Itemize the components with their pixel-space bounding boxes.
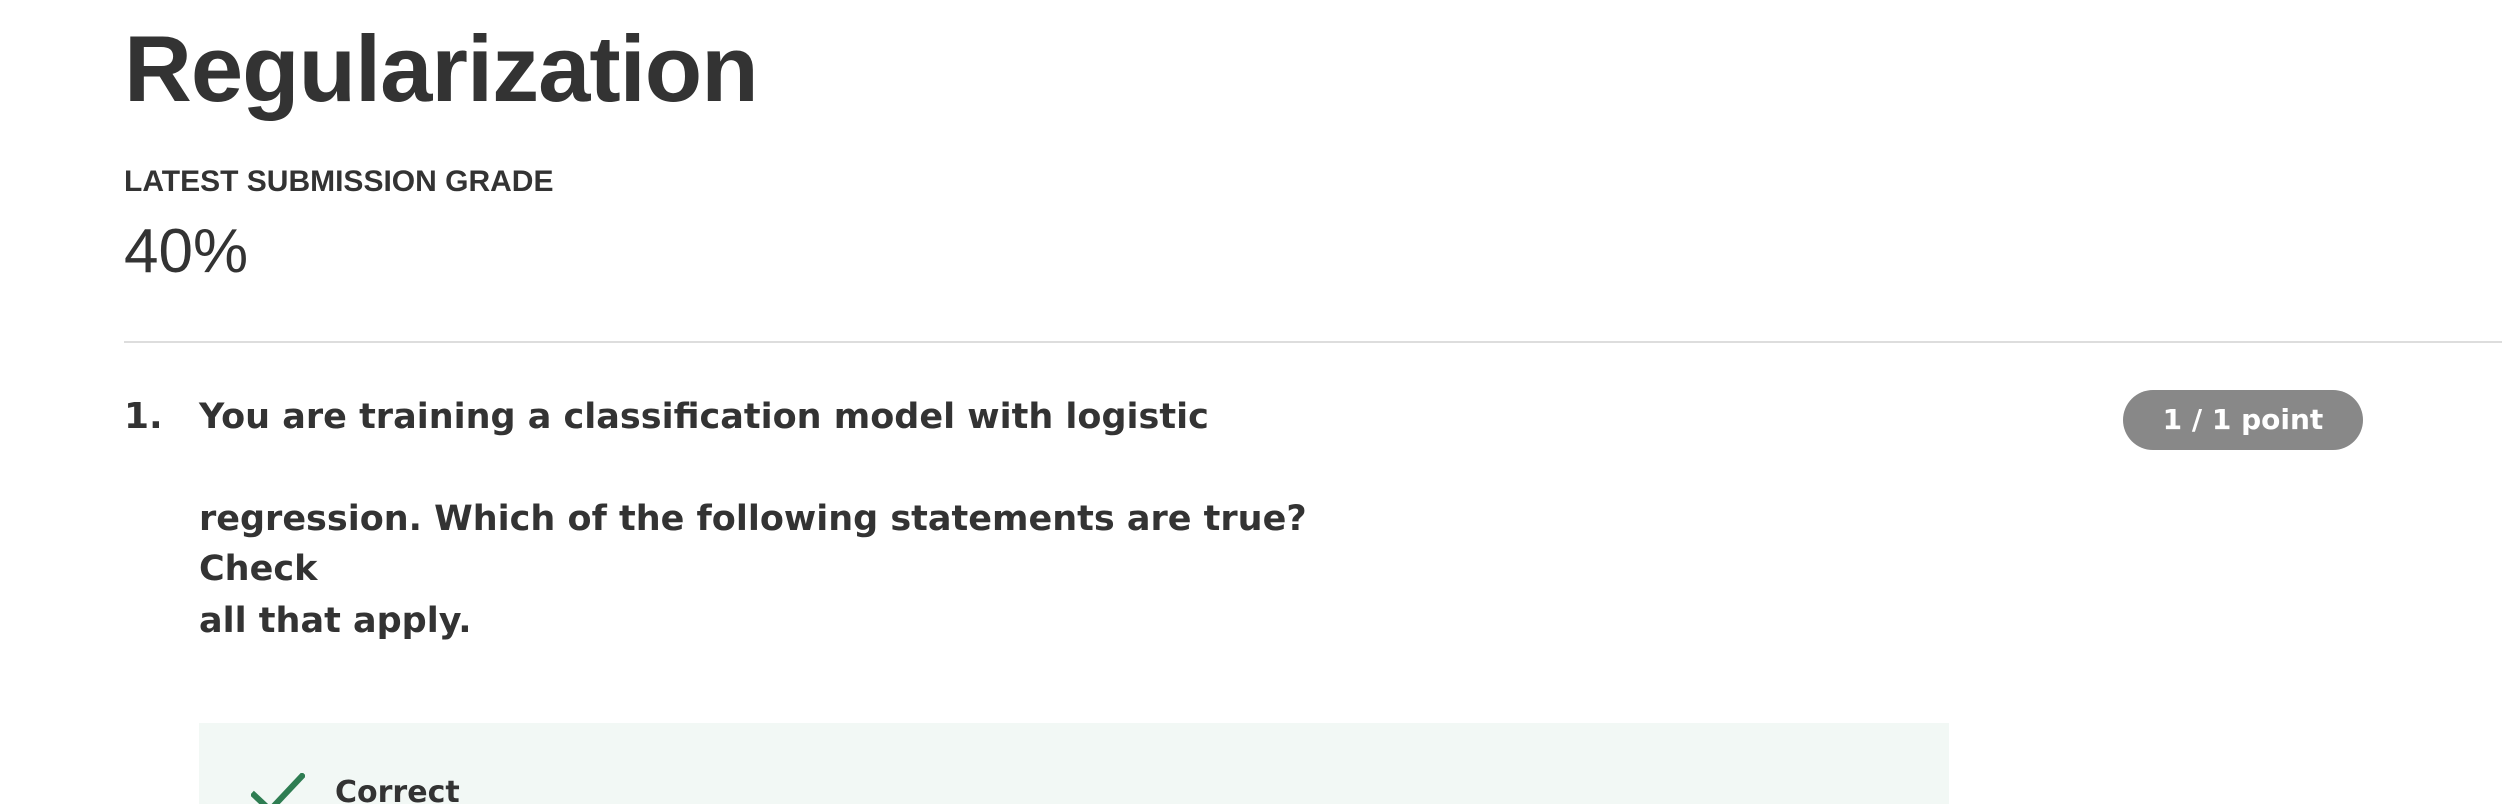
question-prompt-line: all that apply.: [199, 601, 472, 641]
question-prompt-line: regression. Which of the following state…: [199, 499, 1307, 589]
correct-feedback-label: Correct: [335, 775, 460, 804]
question-number: 1.: [124, 396, 163, 437]
latest-submission-grade-value: 40%: [124, 217, 249, 286]
section-divider: [124, 341, 2502, 343]
question-prompt: You are training a classification model …: [199, 392, 1319, 698]
correct-feedback-box: Correct: [199, 723, 1949, 804]
question-prompt-line: You are training a classification model …: [199, 397, 1209, 437]
quiz-results-page: Regularization LATEST SUBMISSION GRADE 4…: [0, 0, 2502, 804]
page-title: Regularization: [124, 16, 759, 121]
checkmark-icon: [251, 773, 305, 804]
question-points-badge: 1 / 1 point: [2123, 390, 2363, 450]
latest-submission-grade-label: LATEST SUBMISSION GRADE: [124, 165, 554, 198]
